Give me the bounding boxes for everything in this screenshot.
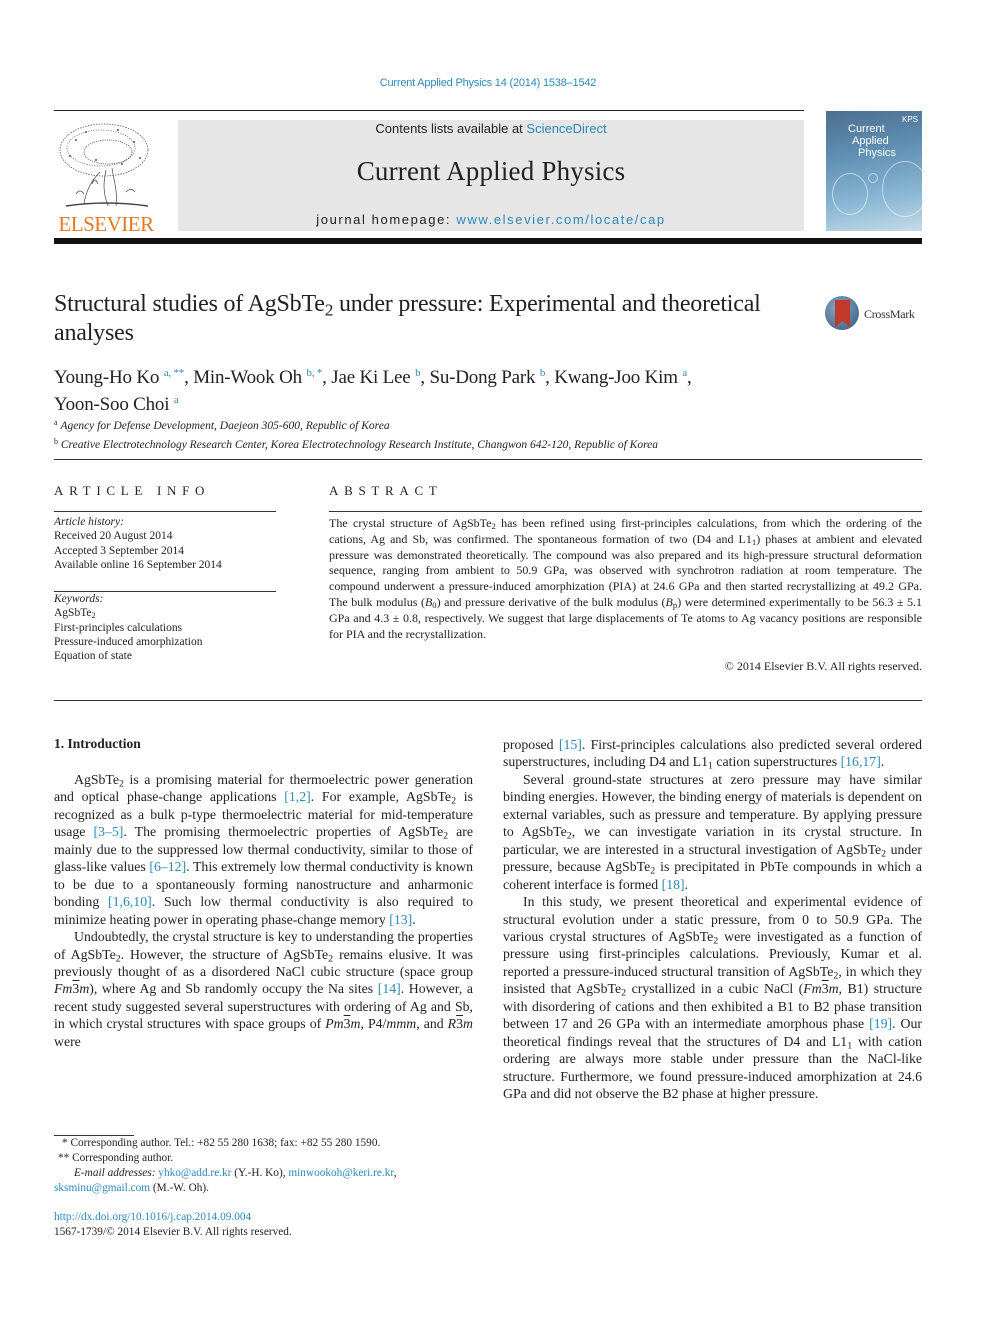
affiliation: a Agency for Defense Development, Daejeo…: [54, 415, 854, 434]
contents-line: Contents lists available at ScienceDirec…: [178, 121, 804, 136]
journal-citation-link[interactable]: Current Applied Physics 14 (2014) 1538–1…: [0, 77, 976, 89]
reference-link[interactable]: [6–12]: [149, 859, 186, 874]
divider: [329, 511, 922, 512]
title-subscript: 2: [324, 300, 334, 320]
keyword: Pressure-induced amorphization: [54, 635, 203, 648]
keywords-label: Keywords:: [54, 593, 104, 605]
cover-title-line: Physics: [858, 147, 896, 159]
reference-link[interactable]: [1,6,10]: [108, 894, 152, 909]
history-item: Accepted 3 September 2014: [54, 544, 184, 557]
separator: ,: [687, 367, 692, 388]
affiliation-text: Creative Electrotechnology Research Cent…: [60, 439, 658, 451]
journal-homepage-link[interactable]: www.elsevier.com/locate/cap: [456, 212, 665, 227]
masthead-rule: [54, 238, 922, 244]
abstract-text: The crystal structure of AgSbTe2 has bee…: [329, 516, 923, 641]
cover-title-line: Applied: [852, 135, 889, 147]
section-heading: 1. Introduction: [54, 736, 141, 751]
keyword: First-principles calculations: [54, 621, 183, 634]
separator: ,: [184, 367, 194, 388]
paragraph: proposed [15]. First-principles calculat…: [503, 737, 923, 772]
reference-link[interactable]: [18]: [662, 877, 685, 892]
issn-copyright: 1567-1739/© 2014 Elsevier B.V. All right…: [54, 1226, 292, 1238]
affiliation-text: Agency for Defense Development, Daejeon …: [60, 420, 390, 432]
keyword-text: AgSbTe: [54, 607, 92, 620]
history-item: Available online 16 September 2014: [54, 558, 222, 571]
separator: ,: [545, 367, 555, 388]
author-affiliation-mark[interactable]: a: [174, 394, 179, 406]
affiliation: b Creative Electrotechnology Research Ce…: [54, 434, 854, 453]
cover-bubble: [832, 173, 868, 215]
footnote: ** Corresponding author.: [58, 1152, 174, 1164]
author[interactable]: Min-Wook Oh: [193, 367, 302, 388]
crossmark-button[interactable]: CrossMark: [825, 296, 925, 336]
affiliations: a Agency for Defense Development, Daejeo…: [54, 415, 854, 453]
elsevier-wordmark: ELSEVIER: [58, 212, 154, 236]
homepage-prefix: journal homepage:: [316, 212, 457, 227]
article-history: Article history: Received 20 August 2014…: [54, 515, 284, 572]
reference-link[interactable]: [13]: [389, 912, 412, 927]
divider: [54, 511, 276, 512]
affiliation-mark: b: [54, 437, 58, 446]
body-column-right: proposed [15]. First-principles calculat…: [503, 736, 922, 1103]
keywords: Keywords: AgSbTe2 First-principles calcu…: [54, 592, 284, 663]
author-affiliation-mark[interactable]: a, **: [164, 367, 185, 379]
body-column-left: AgSbTe2 is a promising material for ther…: [54, 771, 473, 1050]
author-affiliation-mark[interactable]: b, *: [306, 367, 322, 379]
divider: [54, 700, 922, 701]
history-item: Received 20 August 2014: [54, 530, 173, 543]
author[interactable]: Yoon-Soo Choi: [54, 394, 170, 415]
keyword: Equation of state: [54, 650, 132, 663]
doi-block: http://dx.doi.org/10.1016/j.cap.2014.09.…: [54, 1210, 484, 1240]
reference-link[interactable]: [14]: [378, 981, 401, 996]
email-link[interactable]: yhko@add.re.kr: [158, 1167, 231, 1179]
contents-prefix: Contents lists available at: [375, 121, 527, 136]
keyword: AgSbTe2: [54, 606, 284, 620]
journal-masthead: Contents lists available at ScienceDirec…: [178, 120, 804, 231]
cover-bubble: [882, 161, 928, 217]
reference-link[interactable]: [16,17]: [841, 754, 881, 769]
footnotes: * Corresponding author. Tel.: +82 55 280…: [54, 1136, 484, 1196]
cover-bubble: [868, 173, 878, 183]
separator: ,: [322, 367, 332, 388]
divider: [54, 110, 804, 111]
homepage-line: journal homepage: www.elsevier.com/locat…: [178, 212, 804, 227]
reference-link[interactable]: [15]: [559, 737, 582, 752]
paragraph: AgSbTe2 is a promising material for ther…: [54, 772, 473, 927]
email-link[interactable]: sksminu@gmail.com: [54, 1182, 150, 1194]
doi-link[interactable]: http://dx.doi.org/10.1016/j.cap.2014.09.…: [54, 1211, 251, 1223]
abstract-heading: ABSTRACT: [329, 483, 443, 498]
author[interactable]: Jae Ki Lee: [331, 367, 410, 388]
article-info-heading: ARTICLE INFO: [54, 483, 211, 498]
author[interactable]: Kwang-Joo Kim: [554, 367, 678, 388]
footnote-emails: E-mail addresses: yhko@add.re.kr (Y.-H. …: [54, 1167, 397, 1194]
cover-title: Current Applied Physics: [848, 123, 896, 159]
journal-cover-image[interactable]: KPS Current Applied Physics: [826, 111, 928, 231]
email-link[interactable]: minwookoh@keri.re.kr: [288, 1167, 393, 1179]
crossmark-label: CrossMark: [864, 307, 915, 321]
tree-icon: [56, 120, 154, 212]
elsevier-logo: ELSEVIER: [54, 120, 156, 236]
reference-link[interactable]: [1,2]: [284, 789, 310, 804]
reference-link[interactable]: [3–5]: [94, 824, 124, 839]
paragraph: Several ground-state structures at zero …: [503, 771, 922, 892]
footnote: * Corresponding author. Tel.: +82 55 280…: [62, 1137, 381, 1149]
divider: [54, 459, 922, 460]
abstract-copyright: © 2014 Elsevier B.V. All rights reserved…: [724, 659, 922, 673]
paragraph: Undoubtedly, the crystal structure is ke…: [54, 929, 473, 1049]
article-title: Structural studies of AgSbTe2 under pres…: [54, 290, 784, 348]
keyword-subscript: 2: [91, 611, 96, 621]
paragraph: In this study, we present theoretical an…: [503, 894, 923, 1102]
sciencedirect-link[interactable]: ScienceDirect: [526, 121, 606, 136]
author[interactable]: Young-Ho Ko: [54, 367, 159, 388]
affiliation-mark: a: [54, 418, 58, 427]
author[interactable]: Su-Dong Park: [429, 367, 535, 388]
title-text: Structural studies of AgSbTe: [54, 291, 325, 317]
cover-badge: KPS: [901, 115, 918, 124]
cover-title-line: Current: [848, 123, 885, 135]
author-list: Young-Ho Ko a, **, Min-Wook Oh b, *, Jae…: [54, 362, 814, 416]
journal-title: Current Applied Physics: [356, 156, 626, 186]
history-label: Article history:: [54, 516, 124, 528]
reference-link[interactable]: [19]: [869, 1016, 892, 1031]
